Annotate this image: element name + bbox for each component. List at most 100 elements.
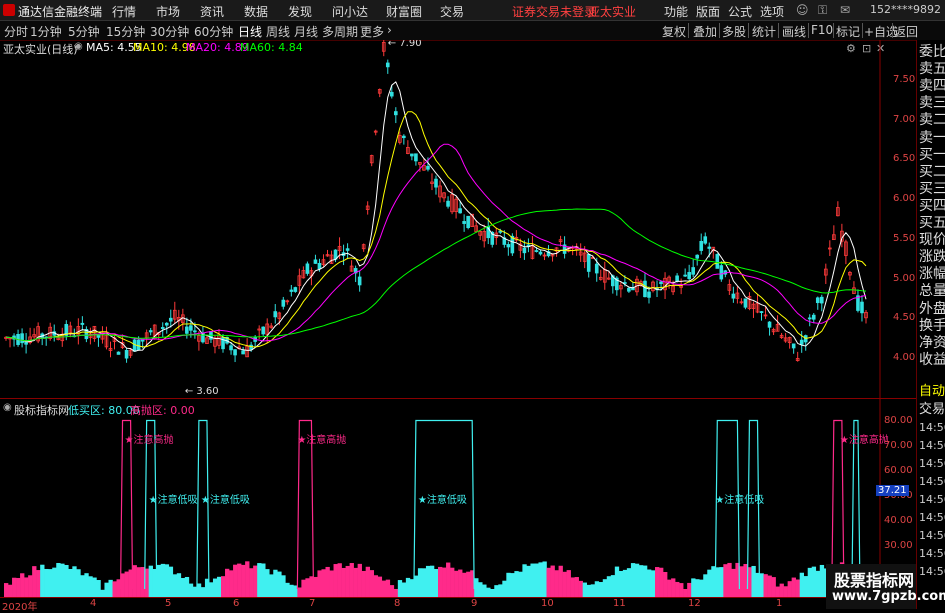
menu-jiaoyi[interactable]: 交易 — [440, 3, 464, 20]
menu-shuju[interactable]: 数据 — [244, 3, 268, 20]
candle-body — [446, 200, 450, 207]
trade-time: 14:56 — [919, 457, 945, 470]
indicator-bar — [663, 571, 668, 597]
indicator-bar — [313, 576, 318, 597]
menu-faxian[interactable]: 发现 — [288, 3, 312, 20]
indicator-bar — [550, 565, 555, 597]
tool-fuquan[interactable]: 复权 — [662, 23, 686, 40]
indicator-bar — [671, 578, 676, 597]
price-tick: 6.00 — [893, 193, 916, 205]
indicator-bar — [196, 583, 202, 597]
menu-caifuquan[interactable]: 财富圈 — [386, 3, 422, 20]
menu-zixun[interactable]: 资讯 — [200, 3, 224, 20]
period-daily[interactable]: 日线 — [238, 23, 262, 40]
indicator-bar — [566, 570, 571, 597]
candle-body — [313, 259, 318, 264]
account-id[interactable]: 152****9892 — [870, 3, 941, 16]
ma10-line — [5, 111, 867, 348]
period-30min[interactable]: 30分钟 — [150, 23, 189, 40]
period-15min[interactable]: 15分钟 — [106, 23, 145, 40]
period-multi[interactable]: 多周期 — [322, 23, 358, 40]
candlestick-chart[interactable]: ← 7.90 ← 3.60 — [0, 40, 916, 398]
menu-gongneng[interactable]: 功能 — [664, 3, 688, 20]
indicator-bar — [634, 563, 640, 597]
candle-body — [164, 322, 169, 326]
quote-label: 卖一 — [919, 129, 945, 146]
stock-name-link[interactable]: 亚太实业 — [588, 3, 636, 20]
tool-back[interactable]: 返回 — [894, 23, 918, 40]
indicator-bar — [241, 564, 246, 597]
indicator-chart[interactable]: ★注意高抛 ★注意高抛 ★注意高抛★注意低吸 ★注意低吸 ★注意低吸 ★注意低吸 — [0, 399, 916, 597]
candle-body — [510, 235, 515, 254]
quote-label: 买三 — [919, 180, 945, 197]
period-more[interactable]: 更多 — [360, 23, 384, 40]
trade-time: 14:56 — [919, 475, 945, 488]
candle-body — [699, 240, 704, 251]
candle-body — [140, 339, 145, 342]
menu-wenxiaoda[interactable]: 问小达 — [332, 3, 368, 20]
x-label: 4 — [90, 598, 97, 609]
indicator-bar — [731, 568, 736, 597]
indicator-bar — [108, 579, 113, 597]
period-5min[interactable]: 5分钟 — [68, 23, 100, 40]
indicator-bar — [590, 584, 596, 597]
quote-label: 买二 — [919, 163, 945, 180]
candle-body — [132, 339, 137, 352]
menu-gongshi[interactable]: 公式 — [728, 3, 752, 20]
indicator-bar — [64, 564, 69, 597]
period-fenshi[interactable]: 分时 — [4, 23, 28, 40]
menu-shichang[interactable]: 市场 — [156, 3, 180, 20]
quote-label: 买四 — [919, 197, 945, 214]
app-logo-icon — [3, 4, 15, 16]
indicator-bar — [478, 582, 483, 597]
indicator-bar — [466, 571, 471, 597]
tool-biaoji[interactable]: 标记 — [836, 23, 860, 40]
candle-body — [426, 165, 430, 170]
chevron-right-icon[interactable]: › — [387, 23, 392, 37]
candle-body — [193, 330, 197, 333]
period-1min[interactable]: 1分钟 — [30, 23, 62, 40]
indicator-bar — [112, 581, 117, 597]
candle-body — [124, 349, 129, 359]
candle-body — [160, 327, 165, 329]
trade-login-warning[interactable]: 证券交易未登录 — [512, 3, 596, 20]
auto-trade-label[interactable]: 交易 — [919, 402, 945, 418]
indicator-bar — [442, 567, 447, 597]
menu-hangqing[interactable]: 行情 — [112, 3, 136, 20]
tool-duogu[interactable]: 多股 — [722, 23, 746, 40]
indicator-bar — [337, 563, 342, 597]
lock-icon[interactable]: ⚿ — [818, 3, 827, 18]
tool-huaxian[interactable]: 画线 — [782, 23, 806, 40]
indicator-bar — [723, 564, 728, 597]
indicator-bar — [100, 589, 105, 597]
user-icon[interactable]: ☺ — [796, 3, 809, 17]
indicator-bar — [474, 578, 479, 597]
indicator-bar — [389, 585, 395, 597]
candle-body — [594, 263, 599, 274]
tool-tongji[interactable]: 统计 — [752, 23, 776, 40]
period-60min[interactable]: 60分钟 — [194, 23, 233, 40]
candle-body — [402, 135, 406, 139]
indicator-bar — [703, 574, 708, 597]
indicator-bar — [683, 589, 688, 597]
indicator-bar — [136, 567, 141, 597]
candle-body — [586, 253, 591, 272]
indicator-bar — [168, 566, 174, 597]
indicator-bar — [52, 567, 57, 597]
auto-trade-label[interactable]: 自动 — [919, 384, 945, 400]
indicator-bar — [285, 582, 290, 597]
menu-banmian[interactable]: 版面 — [696, 3, 720, 20]
indicator-bar — [602, 579, 608, 597]
menu-xuanxiang[interactable]: 选项 — [760, 3, 784, 20]
indicator-bar — [691, 578, 696, 597]
candle-body — [466, 215, 470, 229]
tool-f10[interactable]: F10 — [811, 23, 833, 37]
period-monthly[interactable]: 月线 — [294, 23, 318, 40]
indicator-bar — [787, 581, 792, 597]
x-label: 1 — [776, 598, 783, 609]
message-icon[interactable]: ✉ — [840, 3, 850, 17]
period-weekly[interactable]: 周线 — [266, 23, 290, 40]
price-tick: 7.00 — [893, 113, 916, 125]
tool-diejia[interactable]: 叠加 — [693, 23, 717, 40]
candle-body — [317, 263, 322, 270]
